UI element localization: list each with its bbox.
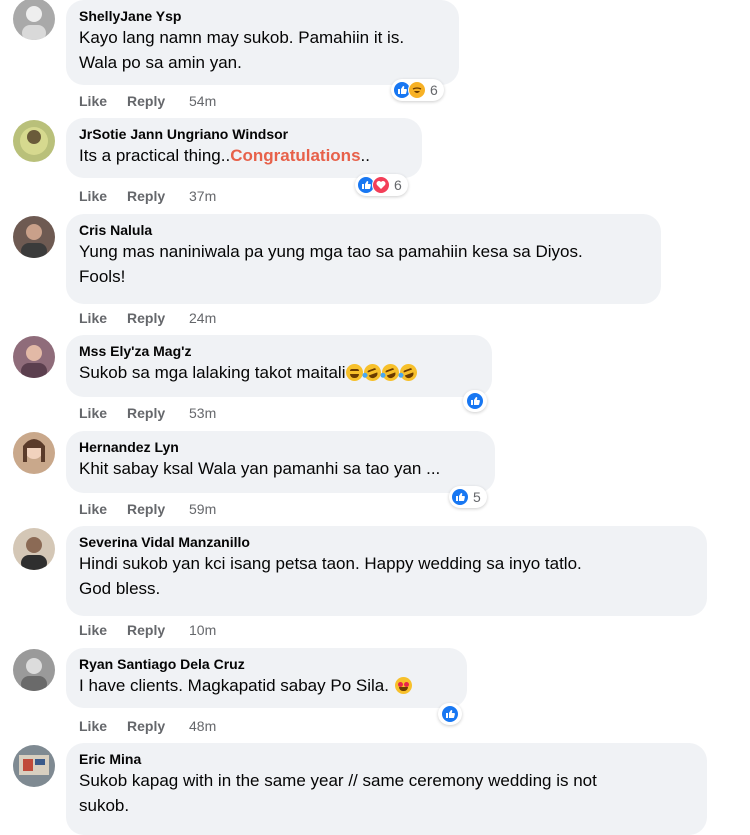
comment-actions: Like Reply 48m (79, 717, 216, 735)
reaction-count: 5 (473, 489, 481, 505)
comment-actions: Like Reply 10m (79, 621, 216, 639)
comment-text: Yung mas naniniwala pa yung mga tao sa p… (79, 242, 583, 286)
comment-bubble: Hernandez Lyn Khit sabay ksal Wala yan p… (66, 431, 495, 493)
timestamp[interactable]: 10m (189, 621, 216, 639)
avatar[interactable] (13, 120, 55, 162)
comment-actions: Like Reply 54m (79, 92, 216, 110)
reply-button[interactable]: Reply (127, 309, 189, 327)
avatar[interactable] (13, 528, 55, 570)
comment-text-main: I have clients. Magkapatid sabay Po Sila… (79, 676, 389, 695)
comment-text: Kayo lang namn may sukob. Pamahiin it is… (79, 28, 405, 72)
reply-button[interactable]: Reply (127, 404, 189, 422)
reply-button[interactable]: Reply (127, 500, 189, 518)
comment-bubble: Cris Nalula Yung mas naniniwala pa yung … (66, 214, 661, 304)
avatar-image-icon (21, 658, 47, 691)
reaction-summary[interactable]: 6 (391, 79, 444, 101)
like-button[interactable]: Like (79, 404, 127, 422)
reaction-summary[interactable]: 5 (449, 486, 487, 508)
comment-actions: Like Reply 37m (79, 187, 216, 205)
avatar[interactable] (13, 336, 55, 378)
timestamp[interactable]: 53m (189, 404, 216, 422)
comment-bubble: ShellyJane Ysp Kayo lang namn may sukob.… (66, 0, 459, 85)
avatar[interactable] (13, 649, 55, 691)
comment-text: Sukob sa mga lalaking takot maitali (79, 360, 480, 385)
timestamp[interactable]: 24m (189, 309, 216, 327)
reaction-summary[interactable] (463, 390, 487, 412)
avatar[interactable] (13, 745, 55, 787)
comment-text-main: Sukob sa mga lalaking takot maitali (79, 363, 346, 382)
reply-button[interactable]: Reply (127, 717, 189, 735)
timestamp[interactable]: 37m (189, 187, 216, 205)
comment-text-suffix: .. (360, 146, 370, 165)
smile-emoji-icon (346, 364, 364, 381)
timestamp[interactable]: 48m (189, 717, 216, 735)
comment-bubble: Ryan Santiago Dela Cruz I have clients. … (66, 648, 467, 708)
comment-bubble: JrSotie Jann Ungriano Windsor Its a prac… (66, 118, 422, 178)
comment-author[interactable]: Ryan Santiago Dela Cruz (79, 655, 455, 673)
reply-button[interactable]: Reply (127, 621, 189, 639)
reaction-summary[interactable] (438, 703, 462, 725)
rofl-emoji-icon (398, 361, 420, 384)
timestamp[interactable]: 59m (189, 500, 216, 518)
love-reaction-icon (372, 176, 390, 194)
comment-actions: Like Reply 24m (79, 309, 216, 327)
comment-bubble: Severina Vidal Manzanillo Hindi sukob ya… (66, 526, 707, 616)
avatar-image-icon (22, 6, 46, 40)
comment-author[interactable]: Eric Mina (79, 750, 695, 768)
like-reaction-icon (441, 705, 459, 723)
avatar-image-icon (21, 224, 47, 258)
avatar[interactable] (13, 216, 55, 258)
like-button[interactable]: Like (79, 187, 127, 205)
like-button[interactable]: Like (79, 309, 127, 327)
comment-bubble: Eric Mina Sukob kapag with in the same y… (66, 743, 707, 835)
like-reaction-icon (466, 392, 484, 410)
comment-author[interactable]: Hernandez Lyn (79, 438, 483, 456)
comment-text: Khit sabay ksal Wala yan pamanhi sa tao … (79, 459, 441, 478)
comment-actions: Like Reply 53m (79, 404, 216, 422)
reaction-summary[interactable]: 6 (355, 174, 408, 196)
avatar-image-icon (23, 439, 45, 462)
timestamp[interactable]: 54m (189, 92, 216, 110)
haha-reaction-icon (408, 81, 426, 99)
avatar-image-icon (19, 755, 49, 775)
like-button[interactable]: Like (79, 717, 127, 735)
comment-author[interactable]: Severina Vidal Manzanillo (79, 533, 695, 551)
comment-actions: Like Reply 59m (79, 500, 216, 518)
avatar-image-icon (20, 127, 48, 155)
comment-text: Sukob kapag with in the same year // sam… (79, 771, 597, 815)
comment-text: I have clients. Magkapatid sabay Po Sila… (79, 673, 455, 698)
comment-text: Its a practical thing..Congratulations.. (79, 143, 410, 168)
comment-author[interactable]: Cris Nalula (79, 221, 649, 239)
heart-eyes-emoji-icon (394, 677, 412, 694)
comment-text-main: Its a practical thing.. (79, 146, 231, 165)
comment-bubble: Mss Ely'za Mag'z Sukob sa mga lalaking t… (66, 335, 492, 397)
reaction-count: 6 (394, 177, 402, 193)
like-button[interactable]: Like (79, 92, 127, 110)
comment-author[interactable]: Mss Ely'za Mag'z (79, 342, 480, 360)
like-button[interactable]: Like (79, 621, 127, 639)
avatar-image-icon (21, 537, 47, 570)
comment-author[interactable]: JrSotie Jann Ungriano Windsor (79, 125, 410, 143)
reply-button[interactable]: Reply (127, 187, 189, 205)
avatar-image-icon (21, 345, 47, 378)
comment-text: Hindi sukob yan kci isang petsa taon. Ha… (79, 554, 582, 598)
like-button[interactable]: Like (79, 500, 127, 518)
comment-author[interactable]: ShellyJane Ysp (79, 7, 447, 25)
reaction-count: 6 (430, 82, 438, 98)
highlighted-word[interactable]: Congratulations (230, 146, 360, 165)
like-reaction-icon (451, 488, 469, 506)
avatar[interactable] (13, 432, 55, 474)
avatar[interactable] (13, 0, 55, 40)
reply-button[interactable]: Reply (127, 92, 189, 110)
